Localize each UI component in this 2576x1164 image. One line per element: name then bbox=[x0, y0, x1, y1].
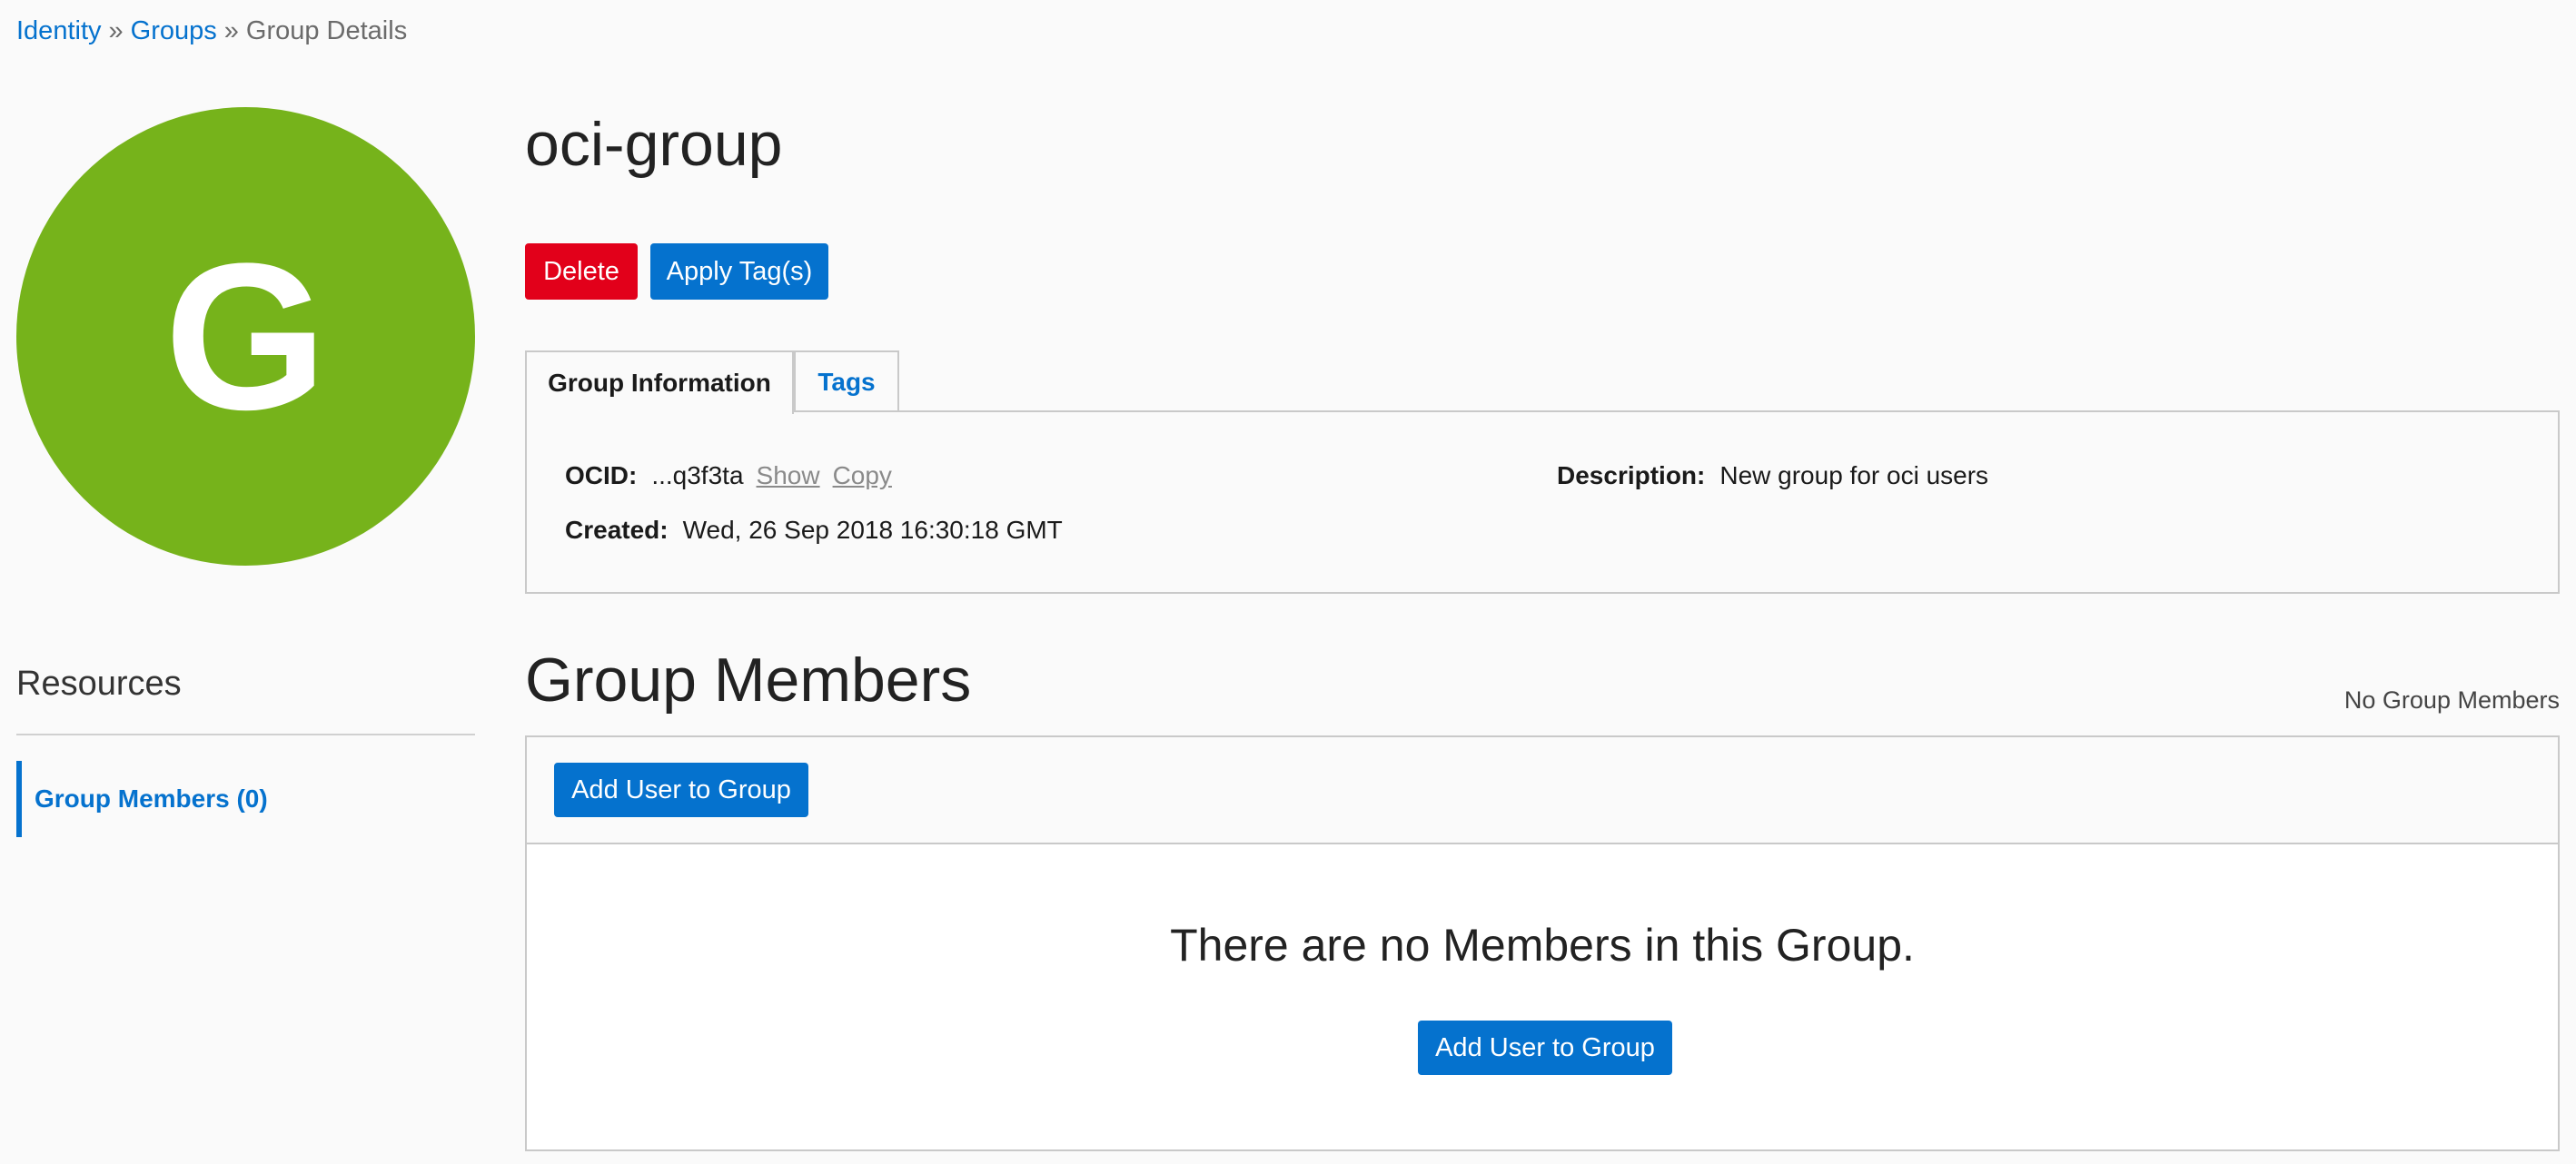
delete-button[interactable]: Delete bbox=[525, 243, 638, 300]
breadcrumb-groups-link[interactable]: Groups bbox=[131, 16, 217, 45]
created-value: Wed, 26 Sep 2018 16:30:18 GMT bbox=[682, 516, 1063, 544]
apply-tags-button[interactable]: Apply Tag(s) bbox=[650, 243, 828, 300]
empty-state-message: There are no Members in this Group. bbox=[1170, 920, 1915, 971]
description-value: New group for oci users bbox=[1719, 461, 1989, 489]
ocid-show-link[interactable]: Show bbox=[757, 461, 820, 490]
breadcrumb: Identity» Groups» Group Details bbox=[16, 16, 407, 46]
breadcrumb-separator: » bbox=[223, 16, 239, 45]
group-members-toolbar: Add User to Group bbox=[527, 737, 2558, 844]
avatar-letter: G bbox=[164, 219, 327, 453]
add-user-to-group-button[interactable]: Add User to Group bbox=[554, 763, 808, 817]
resources-item-group-members[interactable]: Group Members (0) bbox=[16, 761, 475, 837]
created-label: Created: bbox=[565, 516, 669, 544]
ocid-row: OCID: ...q3f3ta Show Copy bbox=[565, 461, 892, 490]
ocid-label: OCID: bbox=[565, 461, 638, 489]
tab-tags[interactable]: Tags bbox=[794, 350, 899, 412]
breadcrumb-separator: » bbox=[108, 16, 124, 45]
group-avatar: G bbox=[16, 107, 475, 566]
ocid-copy-link[interactable]: Copy bbox=[833, 461, 892, 490]
group-members-panel: Add User to Group There are no Members i… bbox=[525, 735, 2560, 1151]
empty-state-add-user-button[interactable]: Add User to Group bbox=[1418, 1021, 1672, 1075]
resources-title: Resources bbox=[16, 665, 182, 703]
resources-divider bbox=[16, 734, 475, 735]
group-information-panel: OCID: ...q3f3ta Show Copy Created: Wed, … bbox=[525, 410, 2560, 594]
group-members-count: No Group Members bbox=[2343, 686, 2560, 714]
tab-group-information[interactable]: Group Information bbox=[525, 350, 794, 414]
created-row: Created: Wed, 26 Sep 2018 16:30:18 GMT bbox=[565, 516, 1063, 545]
description-row: Description: New group for oci users bbox=[1557, 461, 1988, 490]
breadcrumb-identity-link[interactable]: Identity bbox=[16, 16, 102, 45]
page-title: oci-group bbox=[525, 110, 783, 179]
group-members-title: Group Members bbox=[525, 646, 972, 715]
description-label: Description: bbox=[1557, 461, 1706, 489]
ocid-value: ...q3f3ta bbox=[651, 461, 744, 489]
breadcrumb-current: Group Details bbox=[245, 16, 408, 45]
